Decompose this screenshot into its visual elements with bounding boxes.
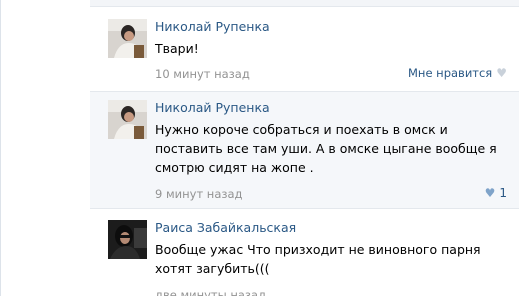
comment-text: Вообще ужас Что призходит не виновного п… (155, 240, 510, 278)
avatar[interactable] (108, 220, 147, 259)
comment-text: Нужно короче собраться и поехать в омск … (155, 120, 510, 177)
like-button[interactable]: ♥ 1 (485, 186, 507, 200)
like-button[interactable]: Мне нравится ♥ (408, 66, 507, 80)
author-name-link[interactable]: Раиса Забайкальская (155, 220, 296, 235)
comment-timestamp-link[interactable]: 10 минут назад (155, 67, 250, 81)
comment-text-line: поставить все там уши. А в омске цыгане … (155, 141, 497, 156)
comment-text: Твари! (155, 39, 510, 58)
heart-icon: ♥ (496, 66, 507, 80)
previous-item-edge (90, 0, 519, 7)
comment-item: Николай Рупенка Нужно короче собраться и… (90, 91, 519, 209)
comment-text-line: Твари! (155, 41, 199, 56)
comment-text-line: смотрю сидят на жопе . (155, 160, 314, 175)
author-name-link[interactable]: Николай Рупенка (155, 100, 270, 115)
author-name-link[interactable]: Николай Рупенка (155, 19, 270, 34)
like-label: Мне нравится (408, 66, 493, 80)
avatar[interactable] (108, 19, 147, 58)
like-count: 1 (499, 186, 507, 200)
comments-page: Николай Рупенка Твари! 10 минут назад Мн… (0, 0, 519, 296)
comment-timestamp-link[interactable]: две минуты назад (155, 288, 266, 296)
comment-text-line: Вообще ужас Что призходит не виновного п… (155, 242, 481, 257)
comment-text-line: хотят загубить((( (155, 261, 270, 276)
comment-text-line: Нужно короче собраться и поехать в омск … (155, 122, 448, 137)
comment-timestamp-link[interactable]: 9 минут назад (155, 187, 242, 201)
comment-item: Раиса Забайкальская Вообще ужас Что приз… (90, 209, 519, 296)
comment-item: Николай Рупенка Твари! 10 минут назад Мн… (90, 7, 519, 91)
avatar[interactable] (108, 100, 147, 139)
heart-icon: ♥ (484, 186, 496, 200)
left-divider (0, 0, 1, 296)
